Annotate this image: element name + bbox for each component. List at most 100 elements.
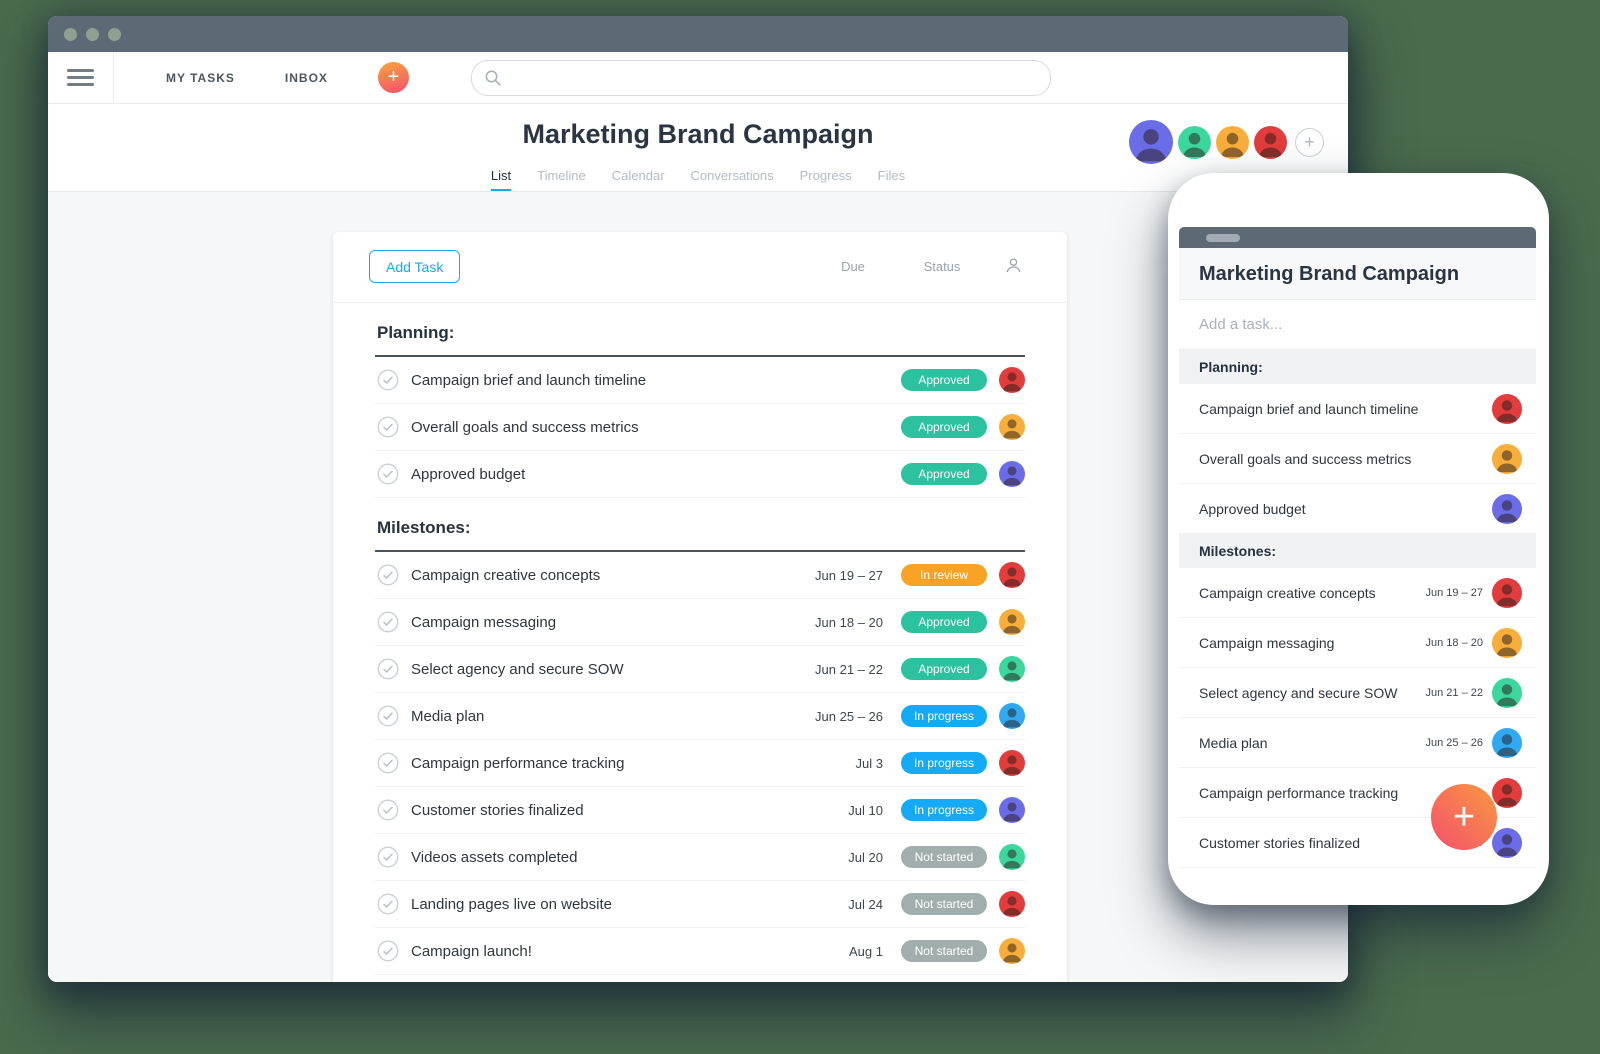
task-name: Videos assets completed — [411, 849, 578, 866]
search-input[interactable] — [510, 69, 1050, 87]
task-name: Landing pages live on website — [411, 896, 612, 913]
status-badge[interactable]: Approved — [901, 416, 987, 438]
avatar — [999, 844, 1025, 870]
mobile-fab-add-button[interactable]: + — [1431, 784, 1497, 850]
search-icon — [484, 69, 502, 87]
status-badge[interactable]: In progress — [901, 705, 987, 727]
table-row[interactable]: Campaign launch!Aug 1Not started — [375, 928, 1025, 975]
avatar — [1492, 728, 1522, 758]
mobile-list-item[interactable]: Campaign creative conceptsJun 19 – 27 — [1179, 568, 1536, 618]
tab-calendar[interactable]: Calendar — [612, 168, 665, 191]
desktop-app-window: MY TASKS INBOX + Marketing Brand Campaig… — [48, 16, 1348, 982]
avatar — [999, 609, 1025, 635]
tab-conversations[interactable]: Conversations — [691, 168, 774, 191]
checkmark-icon[interactable] — [377, 893, 399, 915]
avatar — [999, 750, 1025, 776]
column-header-due[interactable]: Due — [823, 259, 883, 274]
task-due-date: Jul 3 — [856, 756, 883, 771]
table-row[interactable]: Campaign messagingJun 18 – 20Approved — [375, 599, 1025, 646]
task-name: Approved budget — [1199, 501, 1492, 517]
avatar — [1216, 126, 1249, 159]
nav-inbox[interactable]: INBOX — [285, 71, 328, 85]
task-due-date: Jun 25 – 26 — [1426, 737, 1484, 749]
table-row[interactable]: Campaign performance tracking Jul 3 In pro… — [375, 740, 1025, 787]
table-row[interactable]: Videos assets completedJul 20Not started — [375, 834, 1025, 881]
status-badge[interactable]: Approved — [901, 369, 987, 391]
sidebar-menu-button[interactable] — [48, 52, 114, 103]
tab-list[interactable]: List — [491, 168, 511, 191]
checkmark-icon[interactable] — [377, 463, 399, 485]
table-row[interactable]: Approved budgetApproved — [375, 451, 1025, 498]
checkmark-icon[interactable] — [377, 658, 399, 680]
task-due-date: Jun 19 – 27 — [815, 568, 883, 583]
checkmark-icon[interactable] — [377, 564, 399, 586]
add-member-button[interactable]: + — [1295, 128, 1324, 157]
avatar — [999, 891, 1025, 917]
table-row[interactable]: Campaign creative conceptsJun 19 – 27In … — [375, 552, 1025, 599]
status-badge[interactable]: In review — [901, 564, 987, 586]
status-badge[interactable]: Approved — [901, 463, 987, 485]
mobile-list-item[interactable]: Approved budget — [1179, 484, 1536, 534]
checkmark-icon[interactable] — [377, 846, 399, 868]
traffic-light-minimize-icon[interactable] — [86, 28, 99, 41]
assignee-column-icon[interactable] — [1005, 257, 1022, 274]
column-header-status[interactable]: Status — [899, 259, 985, 274]
mobile-list-item[interactable]: Campaign messagingJun 18 – 20 — [1179, 618, 1536, 668]
checkmark-icon[interactable] — [377, 416, 399, 438]
task-due-date: Jun 18 – 20 — [815, 615, 883, 630]
mobile-add-task-input[interactable]: Add a task... — [1179, 300, 1536, 350]
add-task-button[interactable]: Add Task — [369, 250, 460, 283]
avatar — [1492, 578, 1522, 608]
avatar — [1492, 394, 1522, 424]
task-due-date: Jul 10 — [848, 803, 883, 818]
mobile-list-item[interactable]: Media planJun 25 – 26 — [1179, 718, 1536, 768]
table-row[interactable]: Select agency and secure SOWJun 21 – 22A… — [375, 646, 1025, 693]
checkmark-icon[interactable] — [377, 752, 399, 774]
table-row[interactable]: Customer stories finalized Jul 10 In progr… — [375, 787, 1025, 834]
mobile-statusbar — [1179, 227, 1536, 248]
avatar — [1492, 778, 1522, 808]
checkmark-icon[interactable] — [377, 611, 399, 633]
tab-timeline[interactable]: Timeline — [537, 168, 586, 191]
avatar — [1492, 678, 1522, 708]
tab-files[interactable]: Files — [878, 168, 905, 191]
status-badge[interactable]: In progress — [901, 752, 987, 774]
traffic-light-zoom-icon[interactable] — [108, 28, 121, 41]
table-row[interactable]: Overall goals and success metricsApprove… — [375, 404, 1025, 451]
quick-add-button[interactable]: + — [378, 62, 409, 93]
status-badge[interactable]: Approved — [901, 658, 987, 680]
avatar — [1178, 126, 1211, 159]
task-name: Campaign brief and launch timeline — [411, 372, 646, 389]
checkmark-icon[interactable] — [377, 369, 399, 391]
checkmark-icon[interactable] — [377, 940, 399, 962]
checkmark-icon[interactable] — [377, 705, 399, 727]
mobile-screen: Marketing Brand Campaign Add a task... P… — [1179, 227, 1536, 868]
status-badge[interactable]: Not started — [901, 846, 987, 868]
task-name: Campaign performance tracking — [411, 755, 624, 772]
task-name: Customer stories finalized — [411, 802, 584, 819]
status-badge[interactable]: In progress — [901, 799, 987, 821]
task-name: Campaign creative concepts — [1199, 585, 1426, 601]
table-row[interactable]: Landing pages live on websiteJul 24Not s… — [375, 881, 1025, 928]
tab-progress[interactable]: Progress — [800, 168, 852, 191]
task-name: Select agency and secure SOW — [1199, 685, 1426, 701]
search-bar[interactable] — [471, 60, 1051, 96]
task-due-date: Jun 18 – 20 — [1426, 637, 1484, 649]
status-badge[interactable]: Not started — [901, 893, 987, 915]
task-name: Media plan — [1199, 735, 1426, 751]
table-row[interactable]: Campaign brief and launch timeline Approv… — [375, 357, 1025, 404]
status-badge[interactable]: Approved — [901, 611, 987, 633]
mobile-list-item[interactable]: Campaign brief and launch timeline — [1179, 384, 1536, 434]
task-due-date: Jun 25 – 26 — [815, 709, 883, 724]
table-row[interactable]: Media planJun 25 – 26In progress — [375, 693, 1025, 740]
mobile-list-item[interactable]: Overall goals and success metrics — [1179, 434, 1536, 484]
mobile-page-title: Marketing Brand Campaign — [1179, 248, 1536, 300]
mobile-list-item[interactable]: Select agency and secure SOWJun 21 – 22 — [1179, 668, 1536, 718]
section-title: Milestones: — [375, 498, 1025, 552]
checkmark-icon[interactable] — [377, 799, 399, 821]
member-avatars: + — [1129, 120, 1324, 164]
status-badge[interactable]: Not started — [901, 940, 987, 962]
task-list-card: Add Task Due Status Planning:Campaign br… — [333, 232, 1067, 982]
traffic-light-close-icon[interactable] — [64, 28, 77, 41]
nav-my-tasks[interactable]: MY TASKS — [166, 71, 235, 85]
